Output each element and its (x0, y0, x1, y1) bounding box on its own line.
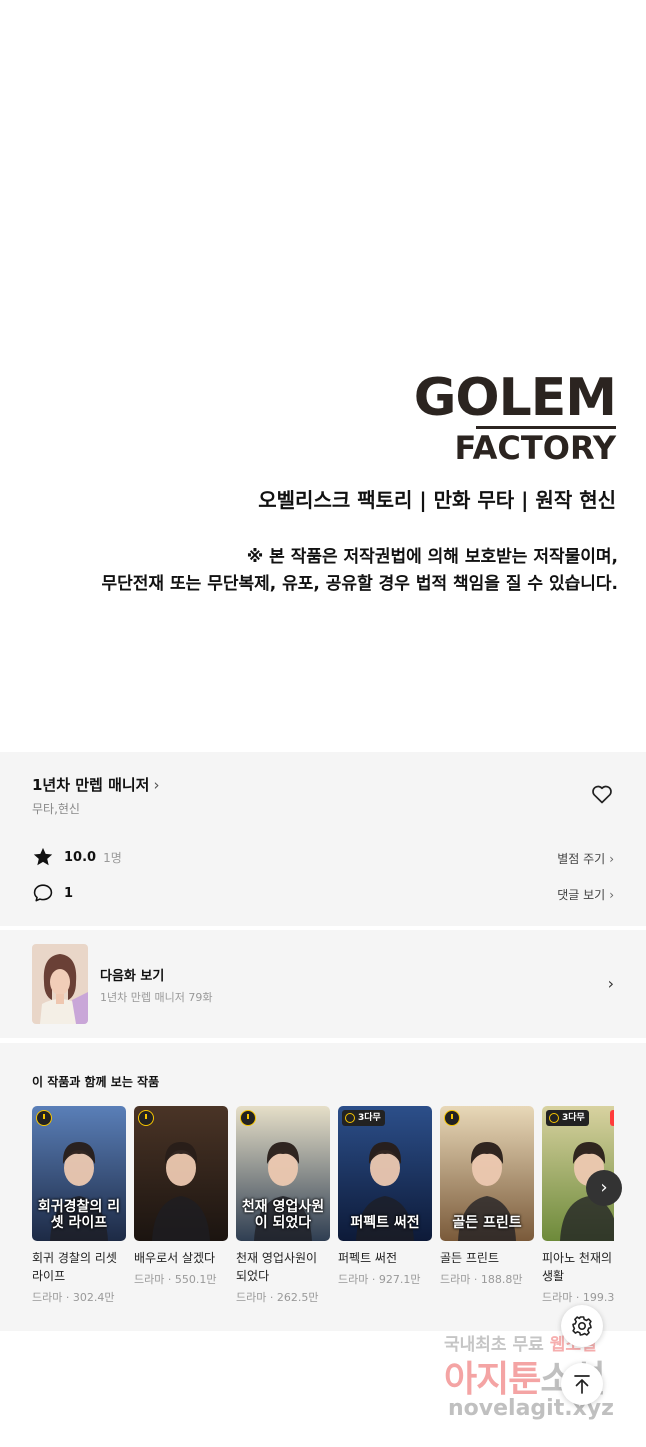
clock-icon (240, 1110, 256, 1126)
badge-label: 3다무 (562, 1113, 585, 1123)
recommendations-heading: 이 작품과 함께 보는 작품 (32, 1075, 160, 1089)
work-title: 1년차 만렙 매니저 (32, 776, 150, 794)
recommendation-card[interactable]: 배우로서 살겠다드라마 · 550.1만 (134, 1106, 228, 1287)
clock-icon (138, 1110, 154, 1126)
golem-factory-logo: GOLEM FACTORY (413, 368, 617, 467)
heart-icon[interactable] (590, 782, 614, 806)
up-badge: UP (610, 1110, 614, 1126)
rating-value: 10.0 (64, 849, 97, 865)
comment-count: 1 (64, 885, 74, 901)
clock-icon (549, 1113, 559, 1123)
recommendation-cover: 회귀경찰의 리셋 라이프 (32, 1106, 126, 1241)
recommendation-meta: 드라마 · 927.1만 (338, 1273, 421, 1286)
work-info-panel: 1년차 만렙 매니저 › 무타,현신 10.0 1명 별점 주기 › 1 댓글 보기… (0, 752, 646, 926)
chevron-right-icon: › (609, 888, 614, 902)
rate-label: 별점 주기 (557, 852, 606, 866)
cover-title-logo: 골든 프린트 (452, 1215, 522, 1231)
recommendation-meta: 드라마 · 302.4만 (32, 1291, 115, 1304)
scroll-top-button[interactable] (561, 1363, 603, 1405)
badge-label: 3다무 (358, 1113, 381, 1123)
recommendation-cover: 천재 영업사원이 되었다 (236, 1106, 330, 1241)
view-comments-button[interactable]: 댓글 보기 › (557, 886, 614, 903)
cover-title-logo: 회귀경찰의 리셋 라이프 (37, 1199, 121, 1231)
carousel-next-button[interactable]: › (586, 1170, 622, 1206)
next-episode-subtitle: 1년차 만렙 매니저 79화 (100, 991, 213, 1004)
rating-count: 1명 (103, 850, 122, 865)
logo-line1: GOLEM (413, 368, 617, 428)
wait-free-badge: 3다무 (342, 1110, 385, 1126)
comment-icon (33, 884, 53, 902)
next-episode-panel[interactable]: 다음화 보기 1년차 만렙 매니저 79화 › (0, 930, 646, 1038)
recommendation-title: 퍼펙트 써전 (338, 1251, 398, 1265)
recommendations-panel: 이 작품과 함께 보는 작품 회귀경찰의 리셋 라이프회귀 경찰의 리셋 라이프… (0, 1043, 646, 1331)
recommendation-title: 피아노 천재의 고 생활 (542, 1251, 614, 1283)
clock-icon (345, 1113, 355, 1123)
recommendation-card[interactable]: 골든 프린트 골든 프린트 드라마 · 188.8만 (440, 1106, 534, 1287)
clock-icon (444, 1110, 460, 1126)
chevron-right-icon: › (607, 974, 614, 993)
recommendation-title: 회귀 경찰의 리셋 라이프 (32, 1251, 117, 1283)
watermark-line2a: 아지툰 (444, 1359, 541, 1400)
settings-button[interactable] (561, 1305, 603, 1347)
comments-label: 댓글 보기 (557, 888, 606, 902)
next-episode-label: 다음화 보기 (100, 969, 165, 984)
cover-title-logo: 천재 영업사원이 되었다 (241, 1199, 325, 1231)
recommendation-meta: 드라마 · 262.5만 (236, 1291, 319, 1304)
recommendation-title: 골든 프린트 (440, 1251, 500, 1265)
cover-illustration (152, 1142, 210, 1241)
recommendation-meta: 드라마 · 550.1만 (134, 1273, 217, 1286)
clock-icon (36, 1110, 52, 1126)
recommendations-carousel[interactable]: 회귀경찰의 리셋 라이프 회귀 경찰의 리셋 라이프 드라마 · 302.4만 배우로… (32, 1106, 614, 1326)
logo-line2: FACTORY (454, 429, 616, 467)
work-title-link[interactable]: 1년차 만렙 매니저 › (32, 774, 159, 795)
work-authors: 무타,현신 (32, 802, 80, 816)
recommendation-meta: 드라마 · 199.3만 (542, 1291, 614, 1304)
chevron-right-icon: › (609, 852, 614, 866)
recommendation-cover (134, 1106, 228, 1241)
recommendation-card[interactable]: 회귀경찰의 리셋 라이프회귀 경찰의 리셋 라이프드라마 · 302.4만 (32, 1106, 126, 1305)
recommendation-title: 천재 영업사원이 되었다 (236, 1251, 318, 1283)
notice-line2: 무단전재 또는 무단복제, 유포, 공유할 경우 법적 책임을 질 수 있습니다… (101, 574, 618, 594)
recommendation-title: 배우로서 살겠다 (134, 1251, 216, 1265)
next-episode-thumbnail (32, 944, 88, 1024)
copyright-notice: ※ 본 작품은 저작권법에 의해 보호받는 저작물이며, 무단전재 또는 무단복… (102, 544, 618, 598)
recommendation-cover: 3다무퍼펙트 써전 (338, 1106, 432, 1241)
recommendation-meta: 드라마 · 188.8만 (440, 1273, 523, 1286)
comment-row: 1 (32, 882, 73, 904)
watermark: 국내최초 무료 웹소설 아지툰소설 novelagit.xyz (444, 1330, 634, 1430)
episode-end-canvas: GOLEM FACTORY 오벨리스크 팩토리 | 만화 무타 | 원작 현신 … (0, 0, 646, 752)
gear-icon (572, 1316, 592, 1336)
wait-free-badge: 3다무 (546, 1110, 589, 1126)
chevron-right-icon: › (153, 776, 160, 794)
cover-title-logo: 퍼펙트 써전 (350, 1215, 420, 1231)
chevron-right-icon: › (600, 1177, 608, 1198)
recommendation-cover: 골든 프린트 (440, 1106, 534, 1241)
recommendation-card[interactable]: 3다무 퍼펙트 써전 퍼펙트 써전 드라마 · 927.1만 (338, 1106, 432, 1287)
credit-line: 오벨리스크 팩토리 | 만화 무타 | 원작 현신 (258, 488, 616, 512)
arrow-up-icon (574, 1375, 590, 1394)
rate-button[interactable]: 별점 주기 › (557, 850, 614, 867)
recommendation-card[interactable]: 천재 영업사원이 되었다 천재 영업사원이 되었다 드라마 · 262.5만 (236, 1106, 330, 1305)
rating-row: 10.0 1명 (32, 846, 122, 868)
notice-line1: ※ 본 작품은 저작권법에 의해 보호받는 저작물이며, (246, 547, 618, 567)
star-icon (33, 847, 53, 866)
